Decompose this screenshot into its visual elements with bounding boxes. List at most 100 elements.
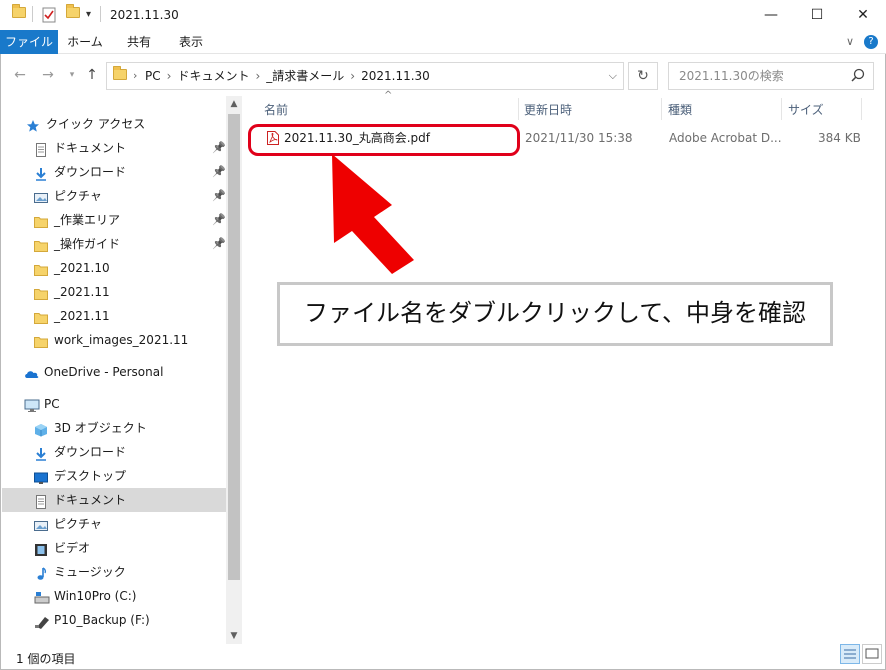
scroll-down-icon[interactable]: ▼ xyxy=(226,628,242,644)
annotation-callout: ファイル名をダブルクリックして、中身を確認 xyxy=(277,282,833,346)
breadcrumb-item[interactable]: 2021.11.30 xyxy=(361,69,430,83)
column-divider[interactable] xyxy=(861,98,862,120)
pin-icon[interactable]: 📌 xyxy=(212,184,226,208)
sidebar-item[interactable]: _2021.11 xyxy=(0,280,226,304)
large-icons-view-button[interactable] xyxy=(862,644,882,664)
search-icon xyxy=(851,68,865,82)
pin-icon[interactable]: 📌 xyxy=(212,232,226,256)
document-icon xyxy=(34,493,48,509)
download-icon xyxy=(34,165,48,181)
pin-icon[interactable]: 📌 xyxy=(212,136,226,160)
sidebar-item-label: OneDrive - Personal xyxy=(44,365,164,379)
sidebar-item-label: ピクチャ xyxy=(54,189,102,203)
pin-icon[interactable]: 📌 xyxy=(212,160,226,184)
forward-button[interactable]: → xyxy=(38,64,58,86)
customize-quick-access-icon[interactable]: ▾ xyxy=(86,7,91,23)
new-folder-icon[interactable] xyxy=(66,4,80,23)
pin-icon[interactable]: 📌 xyxy=(212,208,226,232)
maximize-button[interactable]: ☐ xyxy=(794,0,840,30)
sidebar-item[interactable]: P10_Backup (F:) xyxy=(0,608,226,632)
sidebar-item[interactable]: クイック アクセス xyxy=(0,112,226,136)
column-header-date[interactable]: 更新日時 xyxy=(524,98,572,122)
search-input[interactable]: 2021.11.30の検索 xyxy=(668,62,874,90)
sidebar-item[interactable]: _作業エリア 📌 xyxy=(0,208,226,232)
sidebar-item-label: ドキュメント xyxy=(54,141,127,155)
tab-view[interactable]: 表示 xyxy=(168,30,214,54)
properties-icon[interactable] xyxy=(42,7,56,23)
sidebar-item-label: PC xyxy=(44,397,60,411)
sidebar-item[interactable]: ドキュメント xyxy=(0,488,226,512)
tab-share[interactable]: 共有 xyxy=(116,30,162,54)
annotation-arrow xyxy=(332,154,414,274)
folder-icon xyxy=(113,66,127,83)
file-type: Adobe Acrobat D... xyxy=(669,131,782,145)
sidebar-item[interactable]: _2021.11 xyxy=(0,304,226,328)
tab-file[interactable]: ファイル xyxy=(0,30,58,54)
desktop-icon xyxy=(34,469,48,484)
back-button[interactable]: ← xyxy=(10,64,30,86)
sidebar-item-label: ダウンロード xyxy=(54,445,127,459)
sidebar-item[interactable]: ピクチャ 📌 xyxy=(0,184,226,208)
up-button[interactable]: ↑ xyxy=(82,64,102,86)
sidebar-item[interactable]: ミュージック xyxy=(0,560,226,584)
pc-icon xyxy=(24,397,40,412)
sidebar-item[interactable]: _操作ガイド 📌 xyxy=(0,232,226,256)
address-dropdown-icon[interactable]: ⌵ xyxy=(609,63,617,89)
tab-home[interactable]: ホーム xyxy=(62,30,108,54)
sidebar-item-label: _2021.11 xyxy=(54,309,110,323)
folder-icon xyxy=(12,4,26,23)
column-divider[interactable] xyxy=(518,98,519,120)
sidebar-item-label: ダウンロード xyxy=(54,165,127,179)
breadcrumb-item[interactable]: ドキュメント xyxy=(177,69,249,83)
minimize-button[interactable]: — xyxy=(748,0,794,30)
folder-icon xyxy=(34,237,48,252)
sidebar-item[interactable]: デスクトップ xyxy=(0,464,226,488)
column-header-name[interactable]: 名前 xyxy=(264,98,288,122)
sidebar-item-label: ドキュメント xyxy=(54,493,127,507)
column-header-size[interactable]: サイズ xyxy=(788,98,824,122)
column-divider[interactable] xyxy=(781,98,782,120)
sidebar-item-label: 3D オブジェクト xyxy=(54,421,147,435)
sidebar-item[interactable]: ビデオ xyxy=(0,536,226,560)
details-view-icon xyxy=(844,649,856,659)
download-icon xyxy=(34,445,48,461)
help-icon[interactable]: ? xyxy=(864,35,878,49)
close-button[interactable]: ✕ xyxy=(840,0,886,30)
sidebar-item[interactable]: ドキュメント 📌 xyxy=(0,136,226,160)
folder-icon xyxy=(34,333,48,348)
sidebar-item[interactable]: _2021.10 xyxy=(0,256,226,280)
scroll-up-icon[interactable]: ▲ xyxy=(226,96,242,112)
large-icons-view-icon xyxy=(865,648,879,659)
expand-ribbon-icon[interactable]: ∨ xyxy=(846,30,854,54)
sidebar-item[interactable]: OneDrive - Personal xyxy=(0,360,226,384)
refresh-button[interactable]: ↻ xyxy=(628,62,658,90)
sidebar-item-label: ミュージック xyxy=(54,565,126,579)
sidebar-item[interactable]: 3D オブジェクト xyxy=(0,416,226,440)
search-placeholder: 2021.11.30の検索 xyxy=(679,69,784,83)
folder-icon xyxy=(34,309,48,324)
breadcrumb-item[interactable]: _請求書メール xyxy=(266,69,344,83)
nav-scrollbar-thumb[interactable] xyxy=(228,114,240,580)
ribbon-tabs: ファイル ホーム 共有 表示 ∨ ? xyxy=(0,30,886,54)
sidebar-item[interactable]: ダウンロード xyxy=(0,440,226,464)
sidebar-item[interactable]: PC xyxy=(0,392,226,416)
details-view-button[interactable] xyxy=(840,644,860,664)
recent-locations-icon[interactable]: ▾ xyxy=(62,64,82,86)
sidebar-item-label: _操作ガイド xyxy=(54,237,121,251)
sidebar-item[interactable]: ダウンロード 📌 xyxy=(0,160,226,184)
folder-icon xyxy=(34,213,48,228)
music-icon xyxy=(34,565,48,580)
star-icon xyxy=(26,117,40,132)
breadcrumb-item[interactable]: PC xyxy=(145,69,161,83)
folder-icon xyxy=(34,285,48,300)
address-bar[interactable]: › PC › ドキュメント › _請求書メール › 2021.11.30 ⌵ xyxy=(106,62,624,90)
sidebar-item[interactable]: work_images_2021.11 xyxy=(0,328,226,352)
navigation-pane: クイック アクセス ドキュメント 📌 ダウンロード 📌 ピクチャ 📌 _作業エリア 📌 _操作ガイ… xyxy=(0,96,242,644)
column-header-type[interactable]: 種類 xyxy=(668,98,692,122)
column-divider[interactable] xyxy=(661,98,662,120)
window-title: 2021.11.30 xyxy=(110,8,179,22)
drive-icon xyxy=(34,589,50,604)
file-date: 2021/11/30 15:38 xyxy=(525,131,633,145)
sidebar-item[interactable]: Win10Pro (C:) xyxy=(0,584,226,608)
sidebar-item[interactable]: ピクチャ xyxy=(0,512,226,536)
